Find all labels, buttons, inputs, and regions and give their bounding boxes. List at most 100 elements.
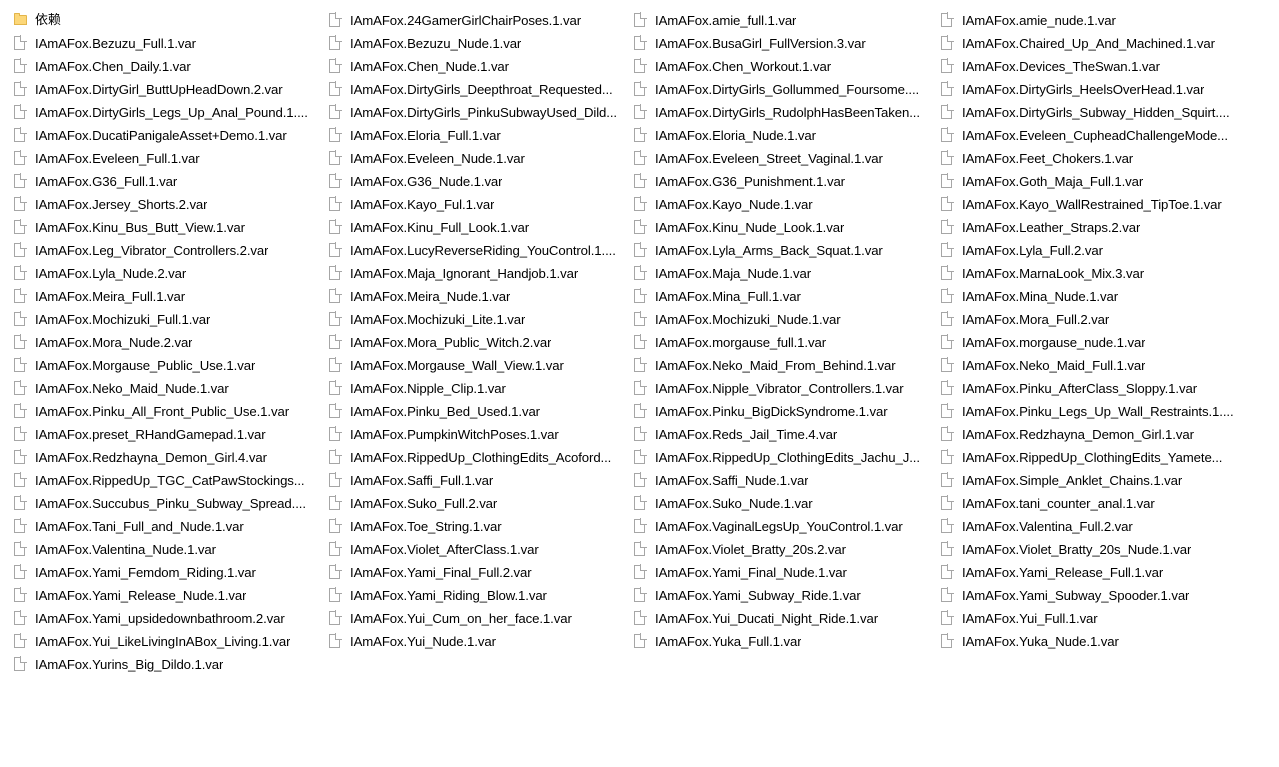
file-list-item[interactable]: IAmAFox.Pinku_AfterClass_Sloppy.1.var bbox=[941, 377, 1275, 400]
file-list-item[interactable]: IAmAFox.Redzhayna_Demon_Girl.4.var bbox=[14, 446, 326, 469]
file-list-item[interactable]: IAmAFox.G36_Full.1.var bbox=[14, 170, 326, 193]
file-list-item[interactable]: IAmAFox.Kinu_Bus_Butt_View.1.var bbox=[14, 216, 326, 239]
file-list-item[interactable]: IAmAFox.Mina_Nude.1.var bbox=[941, 285, 1275, 308]
file-list-item[interactable]: IAmAFox.MarnaLook_Mix.3.var bbox=[941, 262, 1275, 285]
file-list-item[interactable]: IAmAFox.morgause_full.1.var bbox=[634, 331, 934, 354]
file-list-item[interactable]: IAmAFox.Maja_Ignorant_Handjob.1.var bbox=[329, 262, 631, 285]
file-list-item[interactable]: IAmAFox.preset_RHandGamepad.1.var bbox=[14, 423, 326, 446]
file-list-item[interactable]: IAmAFox.Yami_Release_Full.1.var bbox=[941, 561, 1275, 584]
file-list-item[interactable]: IAmAFox.Yui_Ducati_Night_Ride.1.var bbox=[634, 607, 934, 630]
file-list-item[interactable]: IAmAFox.DirtyGirls_Legs_Up_Anal_Pound.1.… bbox=[14, 101, 326, 124]
file-list-item[interactable]: IAmAFox.Pinku_Legs_Up_Wall_Restraints.1.… bbox=[941, 400, 1275, 423]
file-list-item[interactable]: IAmAFox.LucyReverseRiding_YouControl.1..… bbox=[329, 239, 631, 262]
file-list-item[interactable]: IAmAFox.Morgause_Wall_View.1.var bbox=[329, 354, 631, 377]
file-list-item[interactable]: IAmAFox.amie_nude.1.var bbox=[941, 9, 1275, 32]
file-list-item[interactable]: IAmAFox.Redzhayna_Demon_Girl.1.var bbox=[941, 423, 1275, 446]
folder-list-item[interactable]: 依赖 bbox=[14, 9, 326, 32]
file-list-item[interactable]: IAmAFox.24GamerGirlChairPoses.1.var bbox=[329, 9, 631, 32]
file-list-item[interactable]: IAmAFox.Tani_Full_and_Nude.1.var bbox=[14, 515, 326, 538]
file-list-item[interactable]: IAmAFox.Mochizuki_Lite.1.var bbox=[329, 308, 631, 331]
file-list-item[interactable]: IAmAFox.BusaGirl_FullVersion.3.var bbox=[634, 32, 934, 55]
file-list-item[interactable]: IAmAFox.Morgause_Public_Use.1.var bbox=[14, 354, 326, 377]
file-list-item[interactable]: IAmAFox.G36_Nude.1.var bbox=[329, 170, 631, 193]
file-list-item[interactable]: IAmAFox.Neko_Maid_Full.1.var bbox=[941, 354, 1275, 377]
file-list-item[interactable]: IAmAFox.Yui_Cum_on_her_face.1.var bbox=[329, 607, 631, 630]
file-list-item[interactable]: IAmAFox.DucatiPanigaleAsset+Demo.1.var bbox=[14, 124, 326, 147]
file-list-item[interactable]: IAmAFox.Toe_String.1.var bbox=[329, 515, 631, 538]
file-list-item[interactable]: IAmAFox.Valentina_Nude.1.var bbox=[14, 538, 326, 561]
file-list-item[interactable]: IAmAFox.Pinku_All_Front_Public_Use.1.var bbox=[14, 400, 326, 423]
file-list-item[interactable]: IAmAFox.Valentina_Full.2.var bbox=[941, 515, 1275, 538]
file-list-item[interactable]: IAmAFox.Feet_Chokers.1.var bbox=[941, 147, 1275, 170]
file-list-item[interactable]: IAmAFox.Succubus_Pinku_Subway_Spread.... bbox=[14, 492, 326, 515]
file-list-item[interactable]: IAmAFox.Mora_Nude.2.var bbox=[14, 331, 326, 354]
file-list-item[interactable]: IAmAFox.DirtyGirls_Gollummed_Foursome...… bbox=[634, 78, 934, 101]
file-list-item[interactable]: IAmAFox.Yami_upsidedownbathroom.2.var bbox=[14, 607, 326, 630]
file-list-item[interactable]: IAmAFox.Saffi_Nude.1.var bbox=[634, 469, 934, 492]
file-list-item[interactable]: IAmAFox.Eveleen_CupheadChallengeMode... bbox=[941, 124, 1275, 147]
file-list-item[interactable]: IAmAFox.Yami_Release_Nude.1.var bbox=[14, 584, 326, 607]
file-list-item[interactable]: IAmAFox.Yuka_Nude.1.var bbox=[941, 630, 1275, 653]
file-list-item[interactable]: IAmAFox.Eveleen_Street_Vaginal.1.var bbox=[634, 147, 934, 170]
file-list-item[interactable]: IAmAFox.morgause_nude.1.var bbox=[941, 331, 1275, 354]
file-list-item[interactable]: IAmAFox.Meira_Nude.1.var bbox=[329, 285, 631, 308]
file-list-item[interactable]: IAmAFox.Neko_Maid_Nude.1.var bbox=[14, 377, 326, 400]
file-list-view[interactable]: 依赖 IAmAFox.Bezuzu_Full.1.var IAmAFox.Chen_… bbox=[0, 0, 1279, 767]
file-list-item[interactable]: IAmAFox.Kinu_Nude_Look.1.var bbox=[634, 216, 934, 239]
file-list-item[interactable]: IAmAFox.amie_full.1.var bbox=[634, 9, 934, 32]
file-list-item[interactable]: IAmAFox.Suko_Full.2.var bbox=[329, 492, 631, 515]
file-list-item[interactable]: IAmAFox.Lyla_Full.2.var bbox=[941, 239, 1275, 262]
file-list-item[interactable]: IAmAFox.Reds_Jail_Time.4.var bbox=[634, 423, 934, 446]
file-list-item[interactable]: IAmAFox.Yui_Nude.1.var bbox=[329, 630, 631, 653]
file-list-item[interactable]: IAmAFox.Mochizuki_Full.1.var bbox=[14, 308, 326, 331]
file-list-item[interactable]: IAmAFox.Pinku_BigDickSyndrome.1.var bbox=[634, 400, 934, 423]
file-list-item[interactable]: IAmAFox.Eveleen_Full.1.var bbox=[14, 147, 326, 170]
file-list-item[interactable]: IAmAFox.Yami_Final_Nude.1.var bbox=[634, 561, 934, 584]
file-list-item[interactable]: IAmAFox.Violet_Bratty_20s_Nude.1.var bbox=[941, 538, 1275, 561]
file-list-item[interactable]: IAmAFox.DirtyGirls_Deepthroat_Requested.… bbox=[329, 78, 631, 101]
file-list-item[interactable]: IAmAFox.Goth_Maja_Full.1.var bbox=[941, 170, 1275, 193]
file-list-item[interactable]: IAmAFox.Eloria_Nude.1.var bbox=[634, 124, 934, 147]
file-list-item[interactable]: IAmAFox.Meira_Full.1.var bbox=[14, 285, 326, 308]
file-list-item[interactable]: IAmAFox.Leather_Straps.2.var bbox=[941, 216, 1275, 239]
file-list-item[interactable]: IAmAFox.Chen_Daily.1.var bbox=[14, 55, 326, 78]
file-list-item[interactable]: IAmAFox.Yami_Femdom_Riding.1.var bbox=[14, 561, 326, 584]
file-list-item[interactable]: IAmAFox.DirtyGirls_RudolphHasBeenTaken..… bbox=[634, 101, 934, 124]
file-list-item[interactable]: IAmAFox.RippedUp_ClothingEdits_Acoford..… bbox=[329, 446, 631, 469]
file-list-item[interactable]: IAmAFox.Nipple_Vibrator_Controllers.1.va… bbox=[634, 377, 934, 400]
file-list-item[interactable]: IAmAFox.Yui_LikeLivingInABox_Living.1.va… bbox=[14, 630, 326, 653]
file-list-item[interactable]: IAmAFox.VaginalLegsUp_YouControl.1.var bbox=[634, 515, 934, 538]
file-list-item[interactable]: IAmAFox.PumpkinWitchPoses.1.var bbox=[329, 423, 631, 446]
file-list-item[interactable]: IAmAFox.Mina_Full.1.var bbox=[634, 285, 934, 308]
file-list-item[interactable]: IAmAFox.Neko_Maid_From_Behind.1.var bbox=[634, 354, 934, 377]
file-list-item[interactable]: IAmAFox.Maja_Nude.1.var bbox=[634, 262, 934, 285]
file-list-item[interactable]: IAmAFox.G36_Punishment.1.var bbox=[634, 170, 934, 193]
file-list-item[interactable]: IAmAFox.RippedUp_TGC_CatPawStockings... bbox=[14, 469, 326, 492]
file-list-item[interactable]: IAmAFox.Suko_Nude.1.var bbox=[634, 492, 934, 515]
file-list-item[interactable]: IAmAFox.Jersey_Shorts.2.var bbox=[14, 193, 326, 216]
file-list-item[interactable]: IAmAFox.Mora_Full.2.var bbox=[941, 308, 1275, 331]
file-list-item[interactable]: IAmAFox.Leg_Vibrator_Controllers.2.var bbox=[14, 239, 326, 262]
file-list-item[interactable]: IAmAFox.Yami_Riding_Blow.1.var bbox=[329, 584, 631, 607]
file-list-item[interactable]: IAmAFox.Yurins_Big_Dildo.1.var bbox=[14, 653, 326, 676]
file-list-item[interactable]: IAmAFox.Chen_Nude.1.var bbox=[329, 55, 631, 78]
file-list-item[interactable]: IAmAFox.Lyla_Nude.2.var bbox=[14, 262, 326, 285]
file-list-item[interactable]: IAmAFox.Yami_Subway_Spooder.1.var bbox=[941, 584, 1275, 607]
file-list-item[interactable]: IAmAFox.Yuka_Full.1.var bbox=[634, 630, 934, 653]
file-list-item[interactable]: IAmAFox.Simple_Anklet_Chains.1.var bbox=[941, 469, 1275, 492]
file-list-item[interactable]: IAmAFox.Bezuzu_Nude.1.var bbox=[329, 32, 631, 55]
file-list-item[interactable]: IAmAFox.DirtyGirls_PinkuSubwayUsed_Dild.… bbox=[329, 101, 631, 124]
file-list-item[interactable]: IAmAFox.RippedUp_ClothingEdits_Yamete... bbox=[941, 446, 1275, 469]
file-list-item[interactable]: IAmAFox.Devices_TheSwan.1.var bbox=[941, 55, 1275, 78]
file-list-item[interactable]: IAmAFox.Mochizuki_Nude.1.var bbox=[634, 308, 934, 331]
file-list-item[interactable]: IAmAFox.Kayo_Nude.1.var bbox=[634, 193, 934, 216]
file-list-item[interactable]: IAmAFox.DirtyGirls_Subway_Hidden_Squirt.… bbox=[941, 101, 1275, 124]
file-list-item[interactable]: IAmAFox.Mora_Public_Witch.2.var bbox=[329, 331, 631, 354]
file-list-item[interactable]: IAmAFox.DirtyGirl_ButtUpHeadDown.2.var bbox=[14, 78, 326, 101]
file-list-item[interactable]: IAmAFox.Saffi_Full.1.var bbox=[329, 469, 631, 492]
file-list-item[interactable]: IAmAFox.Yami_Subway_Ride.1.var bbox=[634, 584, 934, 607]
file-list-item[interactable]: IAmAFox.Nipple_Clip.1.var bbox=[329, 377, 631, 400]
file-list-item[interactable]: IAmAFox.RippedUp_ClothingEdits_Jachu_J..… bbox=[634, 446, 934, 469]
file-list-item[interactable]: IAmAFox.Kinu_Full_Look.1.var bbox=[329, 216, 631, 239]
file-list-item[interactable]: IAmAFox.Yami_Final_Full.2.var bbox=[329, 561, 631, 584]
